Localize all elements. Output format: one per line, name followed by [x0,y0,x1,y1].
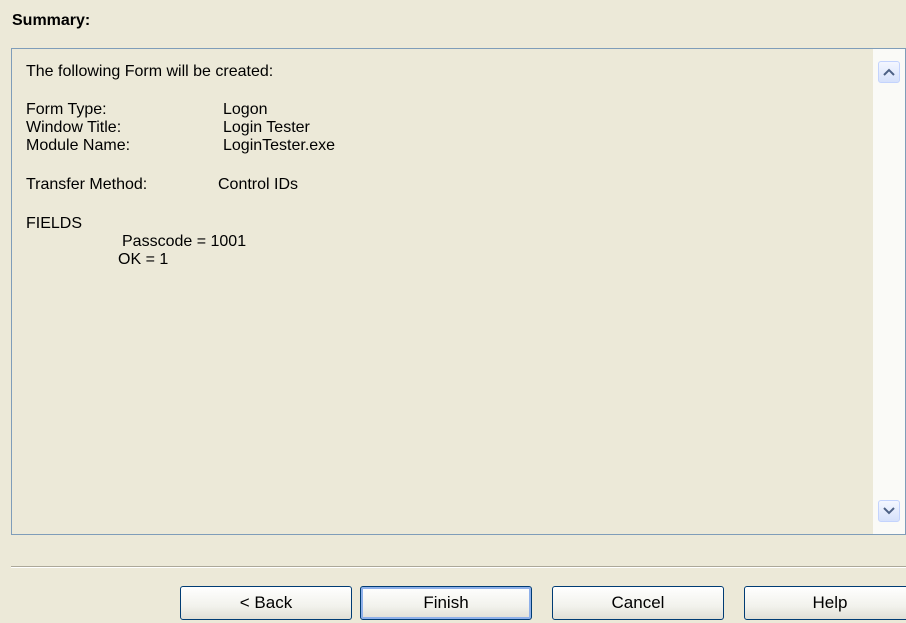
field-value: LoginTester.exe [223,137,336,154]
chevron-up-icon [883,68,895,76]
fields-heading: FIELDS [26,215,83,232]
scroll-up-button[interactable] [878,61,900,83]
field-item: Passcode = 1001 [122,233,247,250]
field-item: OK = 1 [118,251,169,268]
field-label: Form Type: [26,101,107,118]
back-button[interactable]: < Back [180,586,352,620]
field-value: Control IDs [218,176,299,193]
summary-intro: The following Form will be created: [26,63,274,80]
summary-textbox[interactable]: The following Form will be created: Form… [11,48,906,535]
wizard-summary-page: Summary: The following Form will be crea… [0,0,906,623]
field-label: Module Name: [26,137,131,154]
separator-line [11,566,906,568]
field-value: Login Tester [223,119,310,136]
vertical-scrollbar[interactable] [873,49,905,534]
finish-button[interactable]: Finish [360,586,532,620]
field-label: Window Title: [26,119,122,136]
field-value: Logon [223,101,268,118]
chevron-down-icon [883,507,895,515]
field-label: Transfer Method: [26,176,148,193]
cancel-button[interactable]: Cancel [552,586,724,620]
scroll-down-button[interactable] [878,500,900,522]
help-button[interactable]: Help [744,586,906,620]
summary-heading: Summary: [12,12,91,29]
